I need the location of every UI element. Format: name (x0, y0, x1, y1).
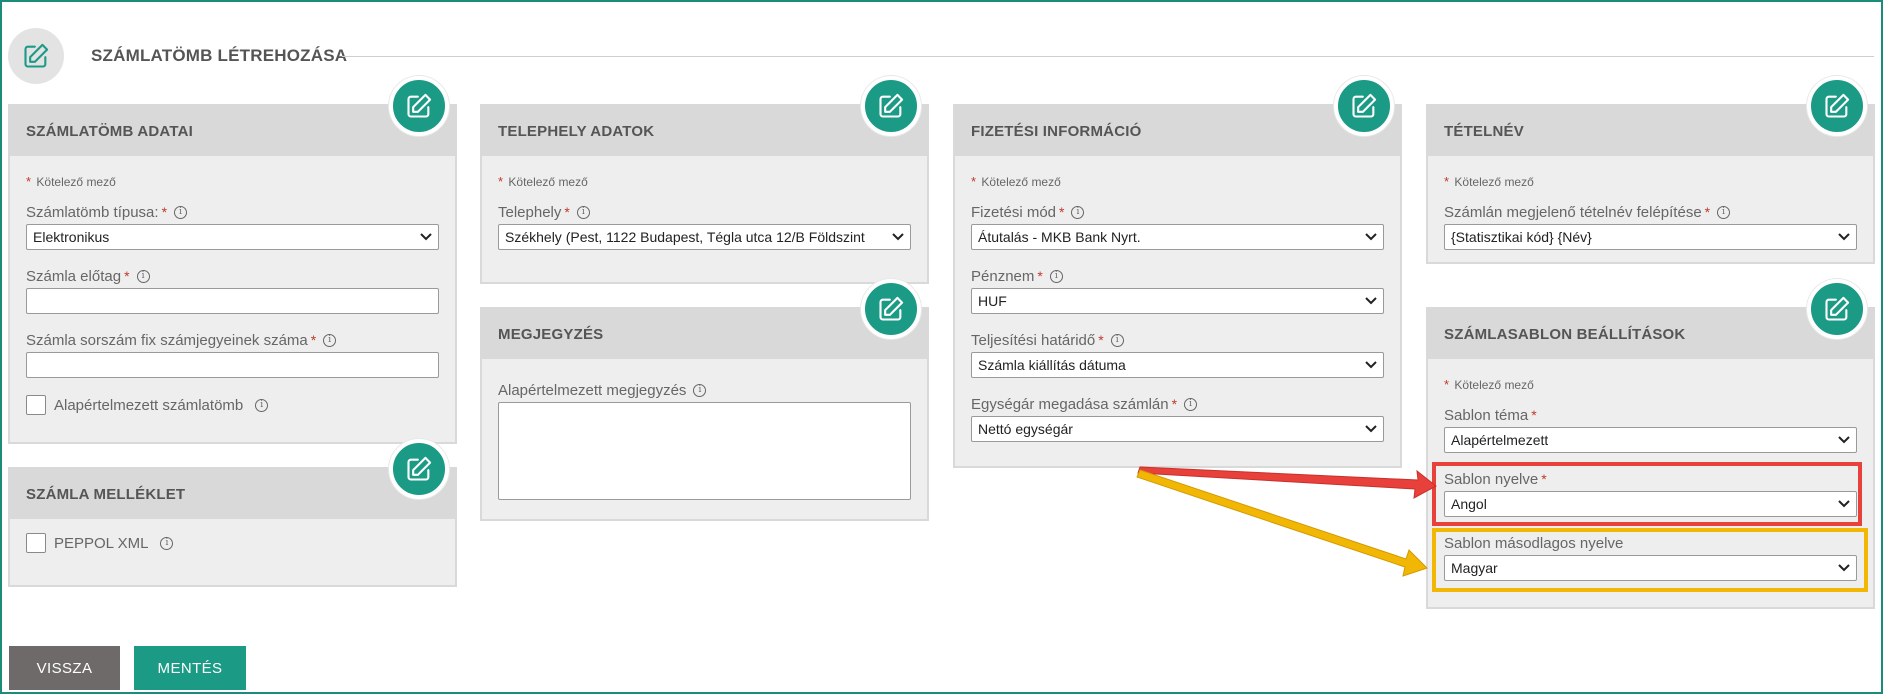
highlight-sablon-masodlagos-nyelve (1432, 528, 1868, 592)
card-fizetesi-informacio: FIZETÉSI INFORMÁCIÓ * Kötelező mező Fize… (953, 104, 1402, 468)
card-title: FIZETÉSI INFORMÁCIÓ (955, 106, 1400, 156)
sablon-tema-select[interactable]: Alapértelmezett (1444, 427, 1857, 453)
edit-button-telephely[interactable] (861, 76, 921, 136)
card-title: TELEPHELY ADATOK (482, 106, 927, 156)
chevron-down-icon (1365, 297, 1377, 305)
edit-button-sablon[interactable] (1807, 279, 1867, 339)
info-icon[interactable]: i (160, 536, 174, 550)
chevron-down-icon (1365, 233, 1377, 241)
required-note: * Kötelező mező (498, 174, 588, 189)
edit-icon (24, 43, 49, 68)
szamlatomb-tipus-select[interactable]: Elektronikus (26, 224, 439, 250)
telephely-select[interactable]: Székhely (Pest, 1122 Budapest, Tégla utc… (498, 224, 911, 250)
field-label: Telephely * i (498, 203, 911, 221)
field-label: Számlán megjelenő tételnév felépítése * i (1444, 203, 1857, 221)
teljesitesi-hatarido-select[interactable]: Számla kiállítás dátuma (971, 352, 1384, 378)
fizetesi-mod-select[interactable]: Átutalás - MKB Bank Nyrt. (971, 224, 1384, 250)
field-label: Egységár megadása számlán * i (971, 395, 1384, 413)
required-note: * Kötelező mező (1444, 377, 1534, 392)
required-note: * Kötelező mező (26, 174, 116, 189)
chevron-down-icon (1838, 436, 1850, 444)
header-divider (342, 56, 1874, 57)
info-icon[interactable]: i (1184, 397, 1198, 411)
card-szamlatomb-adatai: SZÁMLATÖMB ADATAI * Kötelező mező Számla… (8, 104, 457, 444)
field-label: Pénznem * i (971, 267, 1384, 285)
card-telephely-adatok: TELEPHELY ADATOK * Kötelező mező Telephe… (480, 104, 929, 284)
chevron-down-icon (1838, 233, 1850, 241)
field-label: Alapértelmezett megjegyzés i (498, 381, 911, 399)
edit-icon (879, 93, 904, 118)
peppol-row: PEPPOL XML i (26, 533, 439, 553)
info-icon[interactable]: i (1071, 205, 1085, 219)
card-title: SZÁMLASABLON BEÁLLÍTÁSOK (1428, 309, 1873, 359)
edit-icon (407, 456, 432, 481)
info-icon[interactable]: i (1049, 269, 1063, 283)
info-icon[interactable]: i (136, 269, 150, 283)
default-szamlatomb-checkbox[interactable] (26, 395, 46, 415)
page-header: SZÁMLATÖMB LÉTREHOZÁSA (8, 28, 1874, 84)
penznem-select[interactable]: HUF (971, 288, 1384, 314)
edit-icon (1825, 296, 1850, 321)
page-title: SZÁMLATÖMB LÉTREHOZÁSA (91, 46, 348, 65)
required-note: * Kötelező mező (1444, 174, 1534, 189)
info-icon[interactable]: i (255, 398, 269, 412)
field-label: Sablon téma * (1444, 406, 1537, 424)
fix-szamjegy-input[interactable] (26, 352, 439, 378)
edit-button-szamlatomb[interactable] (389, 76, 449, 136)
field-label: Számlatömb típusa: * i (26, 203, 439, 221)
save-button[interactable]: MENTÉS (134, 646, 246, 690)
edit-button-megjegyzes[interactable] (861, 279, 921, 339)
back-button[interactable]: VISSZA (9, 646, 120, 690)
chevron-down-icon (1365, 425, 1377, 433)
card-megjegyzes: MEGJEGYZÉS Alapértelmezett megjegyzés i (480, 307, 929, 521)
field-label: Teljesítési határidő * i (971, 331, 1384, 349)
szamla-elotag-input[interactable] (26, 288, 439, 314)
required-note: * Kötelező mező (971, 174, 1061, 189)
card-szamla-melleklet: SZÁMLA MELLÉKLET PEPPOL XML i (8, 467, 457, 587)
chevron-down-icon (1365, 361, 1377, 369)
chevron-down-icon (420, 233, 432, 241)
edit-icon (1352, 93, 1377, 118)
card-title: TÉTELNÉV (1428, 106, 1873, 156)
info-icon[interactable]: i (1717, 205, 1731, 219)
highlight-sablon-nyelve (1432, 462, 1862, 526)
info-icon[interactable]: i (174, 205, 188, 219)
edit-icon (407, 93, 432, 118)
field-label: Számla előtag * i (26, 267, 439, 285)
edit-button-tetelnev[interactable] (1807, 76, 1867, 136)
edit-button-melleklet[interactable] (389, 439, 449, 499)
edit-button-fizetesi[interactable] (1334, 76, 1394, 136)
page-icon-circle (8, 28, 64, 84)
tetelnev-select[interactable]: {Statisztikai kód} {Név} (1444, 224, 1857, 250)
info-icon[interactable]: i (1110, 333, 1124, 347)
peppol-checkbox[interactable] (26, 533, 46, 553)
card-title: MEGJEGYZÉS (482, 309, 927, 359)
megjegyzes-textarea[interactable] (498, 402, 911, 500)
field-label: Fizetési mód * i (971, 203, 1384, 221)
card-title: SZÁMLATÖMB ADATAI (10, 106, 455, 156)
info-icon[interactable]: i (576, 205, 590, 219)
card-title: SZÁMLA MELLÉKLET (10, 469, 455, 519)
field-label: Számla sorszám fix számjegyeinek száma *… (26, 331, 439, 349)
edit-icon (1825, 93, 1850, 118)
edit-icon (879, 296, 904, 321)
egysegar-select[interactable]: Nettó egységár (971, 416, 1384, 442)
info-icon[interactable]: i (323, 333, 337, 347)
info-icon[interactable]: i (693, 383, 707, 397)
default-szamlatomb-row: Alapértelmezett számlatömb i (26, 395, 439, 415)
card-tetelnev: TÉTELNÉV * Kötelező mező Számlán megjele… (1426, 104, 1875, 264)
chevron-down-icon (892, 233, 904, 241)
